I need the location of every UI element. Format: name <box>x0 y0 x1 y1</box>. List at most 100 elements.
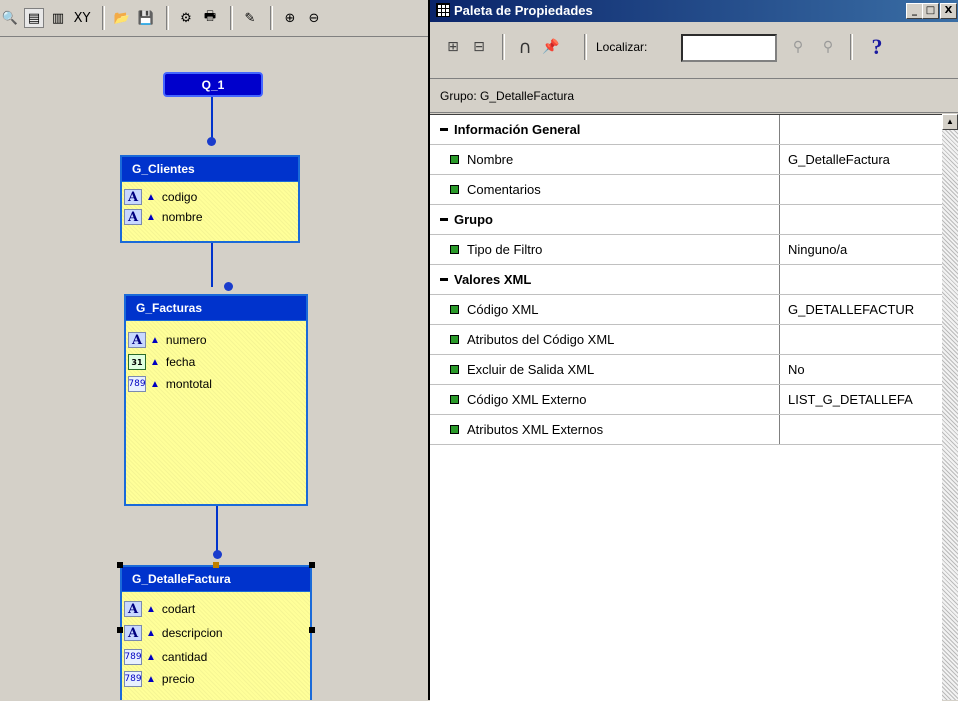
property-row[interactable]: Comentarios <box>430 175 942 205</box>
field-row[interactable]: 789 ▲ montotal <box>126 373 306 395</box>
print-icon[interactable]: 🖶 <box>200 8 220 28</box>
close-button[interactable]: X <box>940 3 957 19</box>
xy-icon[interactable]: XY <box>72 8 92 28</box>
field-name: cantidad <box>161 650 208 664</box>
property-value-cell[interactable] <box>780 415 942 444</box>
group-box-g-facturas[interactable]: G_Facturas A ▲ numero 31 ▲ fecha 789 ▲ montota… <box>124 294 308 506</box>
property-grid: Información General Nombre G_DetalleFactur… <box>430 114 942 701</box>
property-row[interactable]: Código XML G_DETALLEFACTUR <box>430 295 942 325</box>
collapse-minus-icon[interactable] <box>440 128 448 131</box>
selection-handle[interactable] <box>309 562 315 568</box>
link-connector <box>207 137 216 146</box>
minimize-button[interactable]: _ <box>906 3 923 19</box>
field-row[interactable]: A ▲ codart <box>122 598 310 620</box>
property-row[interactable]: Atributos XML Externos <box>430 415 942 445</box>
field-row[interactable]: A ▲ descripcion <box>122 620 310 646</box>
query-box[interactable]: Q_1 <box>163 72 263 97</box>
field-row[interactable]: A ▲ nombre <box>122 208 298 226</box>
property-name: Comentarios <box>467 182 541 197</box>
palette-title-bar[interactable]: Paleta de Propiedades _ □ X <box>430 0 958 22</box>
property-row[interactable]: Atributos del Código XML <box>430 325 942 355</box>
palette-toolbar: ⊞ ⊟ ∩ 📌 Localizar: ⚲ ⚲ ? <box>430 22 958 79</box>
property-value-cell[interactable] <box>780 325 942 354</box>
arrow-icon: ▲ <box>146 627 156 639</box>
group-box-g-clientes[interactable]: G_Clientes A ▲ codigo A ▲ nombre <box>120 155 300 243</box>
property-name: Código XML <box>467 302 539 317</box>
collapse-all-icon[interactable]: ⊟ <box>470 36 488 58</box>
property-value-cell[interactable]: LIST_G_DETALLEFA <box>780 385 942 414</box>
field-name: montotal <box>165 377 212 391</box>
property-palette-window: Paleta de Propiedades _ □ X ⊞ ⊟ ∩ 📌 Loca… <box>428 0 958 701</box>
collapse-minus-icon[interactable] <box>440 218 448 221</box>
pin-icon[interactable]: 📌 <box>540 36 562 58</box>
find-next-icon[interactable]: ⚲ <box>786 36 810 58</box>
group-header: G_Clientes <box>122 157 298 182</box>
property-value-cell[interactable]: G_DetalleFactura <box>780 145 942 174</box>
number-type-icon: 789 <box>124 649 142 665</box>
data-view-icon[interactable]: ▥ <box>48 8 68 28</box>
toolbar-separator <box>230 6 233 30</box>
property-category-row[interactable]: Información General <box>430 115 942 145</box>
property-category-row[interactable]: Grupo <box>430 205 942 235</box>
view-layout-icon[interactable]: ▤ <box>24 8 44 28</box>
selection-handle[interactable] <box>117 627 123 633</box>
property-value-cell <box>780 115 942 144</box>
find-label: Localizar: <box>596 40 648 54</box>
find-previous-icon[interactable]: ⚲ <box>816 36 840 58</box>
run-icon[interactable]: ⚙ <box>176 8 196 28</box>
link-line <box>211 242 213 287</box>
find-input[interactable] <box>681 34 777 62</box>
char-type-icon: A <box>124 625 142 641</box>
toolbar-separator <box>502 34 505 60</box>
char-type-icon: A <box>124 189 142 205</box>
selection-handle[interactable] <box>117 562 123 568</box>
field-row[interactable]: 789 ▲ precio <box>122 668 310 690</box>
expand-all-icon[interactable]: ⊞ <box>444 36 462 58</box>
zoom-in-icon[interactable]: ⊕ <box>280 8 300 28</box>
property-value-cell[interactable]: No <box>780 355 942 384</box>
link-line <box>216 505 218 555</box>
maximize-button[interactable]: □ <box>922 3 939 19</box>
property-value-cell <box>780 205 942 234</box>
field-row[interactable]: A ▲ codigo <box>122 186 298 208</box>
property-value-cell[interactable]: Ninguno/a <box>780 235 942 264</box>
scroll-up-button[interactable]: ▲ <box>942 114 958 130</box>
property-category-row[interactable]: Valores XML <box>430 265 942 295</box>
property-name: Valores XML <box>454 272 532 287</box>
collapse-minus-icon[interactable] <box>440 278 448 281</box>
property-bullet-icon <box>450 245 459 254</box>
field-name: codigo <box>161 190 198 204</box>
property-row[interactable]: Nombre G_DetalleFactura <box>430 145 942 175</box>
toolbar-separator <box>584 34 587 60</box>
field-row[interactable]: A ▲ numero <box>126 329 306 351</box>
selection-handle[interactable] <box>309 627 315 633</box>
toolbar-separator <box>270 6 273 30</box>
group-box-g-detallefactura[interactable]: G_DetalleFactura A ▲ codart A ▲ descripcion … <box>120 565 312 700</box>
zoom-out-icon[interactable]: ⊖ <box>304 8 324 28</box>
property-row[interactable]: Código XML Externo LIST_G_DETALLEFA <box>430 385 942 415</box>
property-row[interactable]: Excluir de Salida XML No <box>430 355 942 385</box>
open-folder-icon[interactable]: 📂 <box>112 8 132 28</box>
field-row[interactable]: 31 ▲ fecha <box>126 351 306 373</box>
union-icon[interactable]: ∩ <box>514 36 536 58</box>
arrow-icon: ▲ <box>150 334 160 346</box>
vertical-scrollbar[interactable]: ▲ <box>942 114 958 700</box>
property-name-cell: Nombre <box>430 145 780 174</box>
arrow-icon: ▲ <box>146 673 156 685</box>
link-line <box>211 97 213 142</box>
help-icon[interactable]: ? <box>868 34 886 59</box>
field-row[interactable]: 789 ▲ cantidad <box>122 646 310 668</box>
property-name: Nombre <box>467 152 514 167</box>
property-value-cell[interactable] <box>780 175 942 204</box>
number-type-icon: 789 <box>124 671 142 687</box>
pencil-icon[interactable]: ✎ <box>240 8 260 28</box>
property-value-cell[interactable]: G_DETALLEFACTUR <box>780 295 942 324</box>
save-icon[interactable]: 💾 <box>136 8 156 28</box>
property-name: Grupo <box>454 212 493 227</box>
property-name: Información General <box>454 122 581 137</box>
property-row[interactable]: Tipo de Filtro Ninguno/a <box>430 235 942 265</box>
property-name: Tipo de Filtro <box>467 242 543 257</box>
selection-handle[interactable] <box>213 562 219 568</box>
magnify-icon[interactable]: 🔍 <box>0 8 20 28</box>
palette-icon <box>436 3 450 17</box>
